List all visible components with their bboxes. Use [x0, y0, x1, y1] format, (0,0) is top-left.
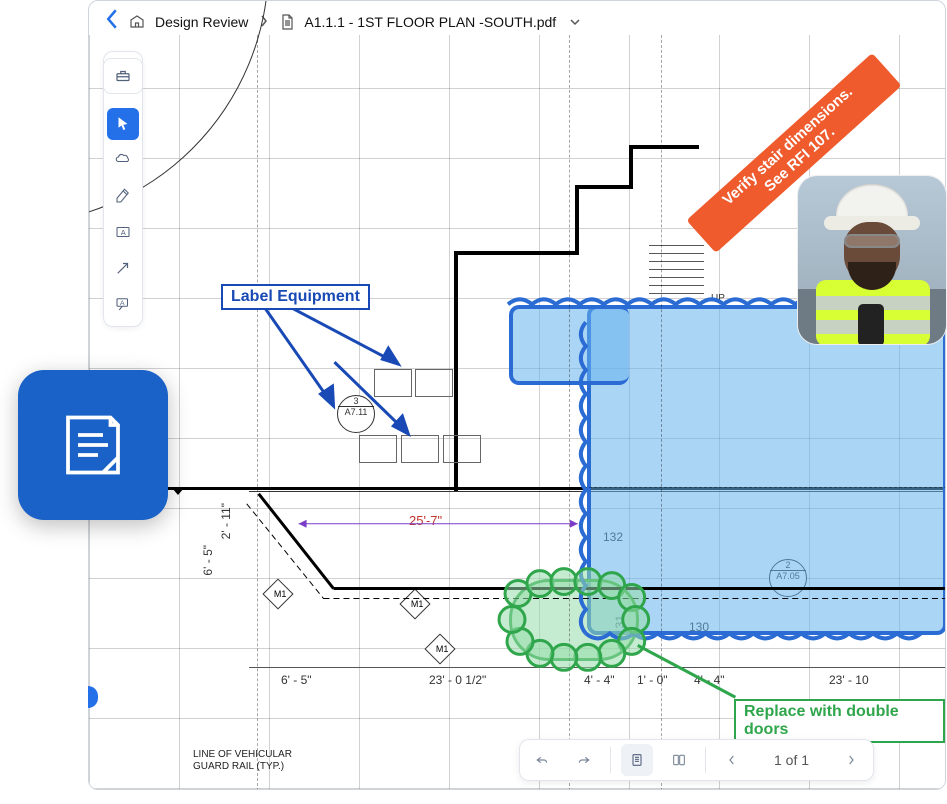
- single-page-view-button[interactable]: [621, 744, 653, 776]
- document-viewer: Design Review A1.1.1 - 1ST FLOOR PLAN -S…: [88, 0, 946, 790]
- prev-page-button[interactable]: [716, 744, 748, 776]
- undo-button[interactable]: [526, 744, 558, 776]
- redo-button[interactable]: [568, 744, 600, 776]
- svg-text:A: A: [120, 300, 125, 307]
- cloud-tool[interactable]: [107, 144, 139, 176]
- breadcrumb-file[interactable]: A1.1.1 - 1ST FLOOR PLAN -SOUTH.pdf: [304, 14, 556, 30]
- annotation-label-green[interactable]: Replace with double doors: [734, 699, 945, 743]
- markup-cloud-green[interactable]: [509, 579, 639, 661]
- file-dropdown-icon[interactable]: [566, 13, 584, 31]
- toolbox-button[interactable]: [103, 58, 143, 94]
- dimension: 4' - 4": [694, 673, 725, 687]
- tag-marker: M1: [424, 633, 455, 664]
- dimension: 1' - 0": [637, 673, 668, 687]
- page-indicator: 1 of 1: [758, 752, 825, 768]
- next-page-button[interactable]: [835, 744, 867, 776]
- up-label: UP: [711, 293, 725, 304]
- markup-cloud-blue[interactable]: [587, 305, 946, 635]
- detail-callout: 3 A7.11: [337, 395, 375, 433]
- dimension: 6' - 5": [281, 673, 312, 687]
- app-icon: [18, 370, 168, 520]
- dimension: 6' - 5": [201, 545, 215, 576]
- dimension: 23' - 10: [829, 673, 869, 687]
- annotation-label-blue[interactable]: Label Equipment: [221, 284, 370, 310]
- tag-marker: M1: [262, 578, 293, 609]
- arrow-tool[interactable]: [107, 252, 139, 284]
- user-avatar: [797, 175, 947, 345]
- dimension: 2' - 11": [219, 503, 233, 539]
- cursor-tool[interactable]: [107, 108, 139, 140]
- tag-marker: M1: [399, 588, 430, 619]
- document-icon: [280, 14, 294, 30]
- dimension: 4' - 4": [584, 673, 615, 687]
- multi-page-view-button[interactable]: [663, 744, 695, 776]
- dimension-main: 25'-7": [409, 513, 442, 528]
- textbox-tool[interactable]: A: [107, 216, 139, 248]
- expand-chevron-icon[interactable]: [170, 482, 186, 505]
- markup-toolbar: A A: [103, 51, 143, 327]
- pen-tool[interactable]: [107, 180, 139, 212]
- dimension: 23' - 0 1/2": [429, 673, 486, 687]
- callout-tool[interactable]: A: [107, 288, 139, 320]
- page-control-bar: 1 of 1: [519, 739, 874, 781]
- svg-text:A: A: [121, 228, 126, 237]
- plan-note: LINE OF VEHICULAR GUARD RAIL (TYP.): [193, 749, 323, 772]
